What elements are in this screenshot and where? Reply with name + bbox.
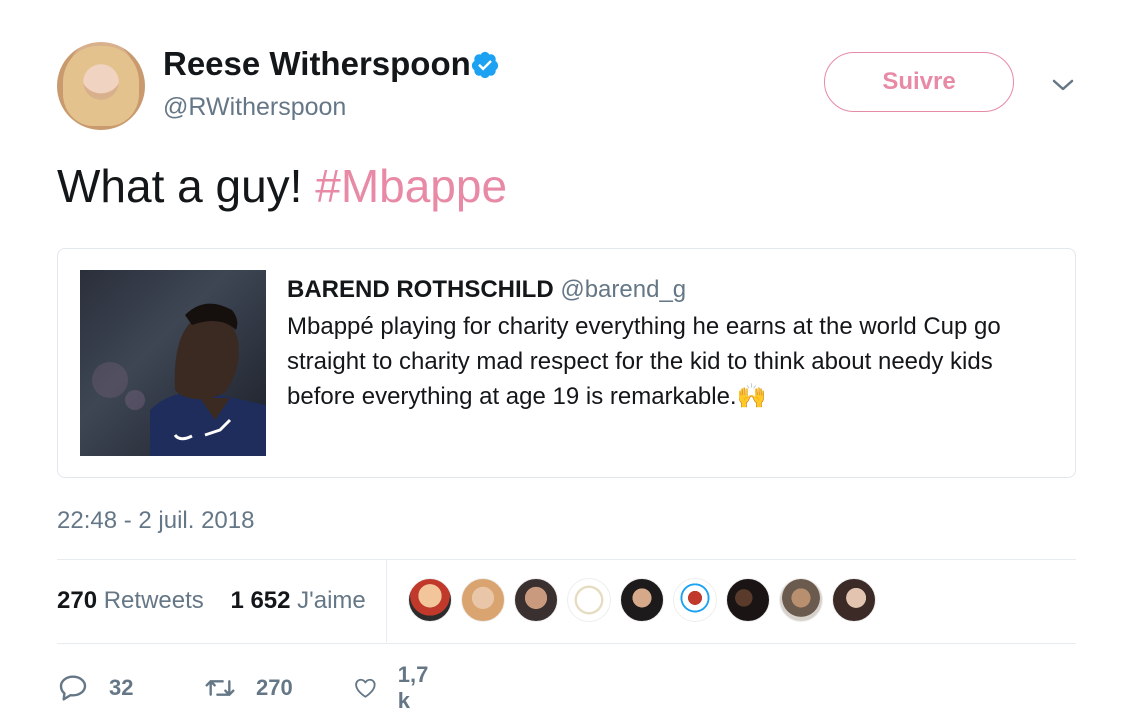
hashtag-link[interactable]: #Mbappe xyxy=(315,160,507,212)
tweet-stats: 270 Retweets 1 652 J'aime xyxy=(57,585,366,617)
tweet-body: What a guy! xyxy=(57,160,316,212)
like-count: 1,7 k xyxy=(397,662,429,713)
retweet-button[interactable]: 270 xyxy=(204,668,293,708)
avatar[interactable] xyxy=(620,578,664,622)
divider xyxy=(57,643,1076,644)
like-button[interactable]: 1,7 k xyxy=(353,662,436,713)
retweets-count: 270 xyxy=(57,587,98,614)
quoted-tweet-text: Mbappé playing for charity everything he… xyxy=(287,313,1001,410)
avatar[interactable] xyxy=(514,578,558,622)
avatar[interactable] xyxy=(832,578,876,622)
avatar[interactable] xyxy=(567,578,611,622)
divider xyxy=(57,559,1076,560)
author-name[interactable]: Reese Witherspoon xyxy=(163,44,471,84)
quoted-tweet-image xyxy=(80,270,266,456)
author-handle[interactable]: @RWitherspoon xyxy=(163,92,346,122)
likes-count: 1 652 xyxy=(230,587,291,614)
avatar[interactable] xyxy=(461,578,505,622)
retweet-icon xyxy=(205,680,235,696)
chevron-down-icon[interactable] xyxy=(1050,74,1076,96)
likes-stat[interactable]: 1 652 J'aime xyxy=(230,587,365,614)
stats-divider xyxy=(386,560,387,642)
avatar[interactable] xyxy=(673,578,717,622)
retweet-count: 270 xyxy=(256,675,293,700)
author-avatar[interactable] xyxy=(57,42,145,130)
reply-button[interactable]: 32 xyxy=(57,668,133,708)
retweets-label: Retweets xyxy=(103,587,204,614)
quoted-author-name: BAREND ROTHSCHILD xyxy=(287,276,554,303)
reply-icon xyxy=(59,675,87,701)
quoted-tweet-author: BAREND ROTHSCHILD @barend_g xyxy=(287,273,686,307)
avatar[interactable] xyxy=(408,578,452,622)
likes-label: J'aime xyxy=(297,587,366,614)
reply-count: 32 xyxy=(109,675,134,700)
quoted-tweet[interactable]: BAREND ROTHSCHILD @barend_g Mbappé playi… xyxy=(57,248,1076,478)
quoted-author-handle: @barend_g xyxy=(560,276,687,303)
tweet-timestamp[interactable]: 22:48 - 2 juil. 2018 xyxy=(57,506,254,536)
avatar[interactable] xyxy=(779,578,823,622)
verified-badge-icon xyxy=(471,51,499,79)
avatar[interactable] xyxy=(726,578,770,622)
retweets-stat[interactable]: 270 Retweets xyxy=(57,587,204,614)
liker-avatars xyxy=(408,578,885,624)
heart-icon xyxy=(355,678,376,698)
tweet-text: What a guy! #Mbappe xyxy=(57,158,507,214)
follow-button[interactable]: Suivre xyxy=(824,52,1014,112)
